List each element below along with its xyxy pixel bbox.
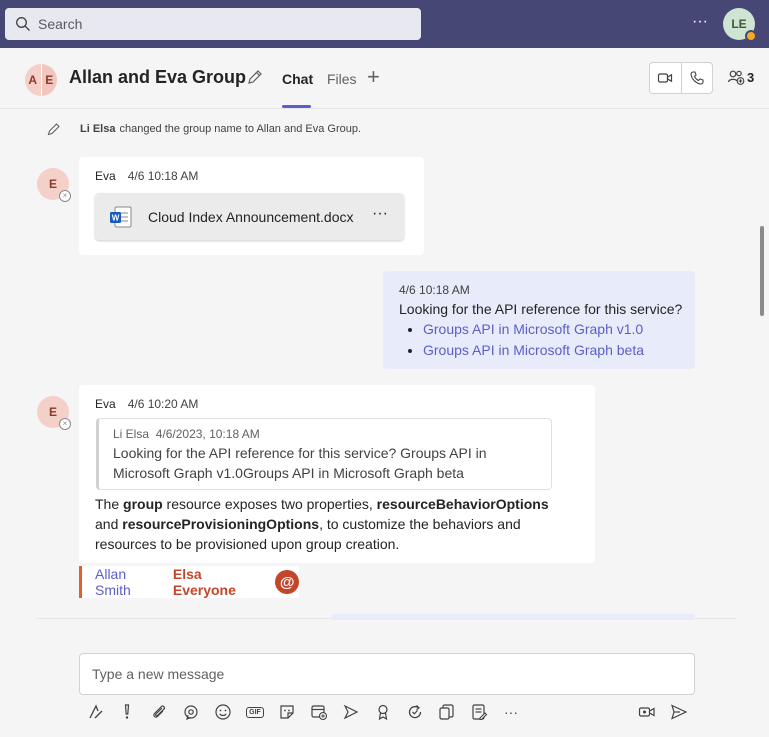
mention-allan-smith[interactable]: Allan Smith xyxy=(95,566,165,598)
file-attachment[interactable]: W Cloud Index Announcement.docx ··· xyxy=(95,193,404,240)
loop-icon[interactable] xyxy=(181,702,201,722)
mention-elsa-everyone[interactable]: Elsa Everyone xyxy=(173,566,267,598)
chat-header: A E Allan and Eva Group Chat Files + 3 xyxy=(0,48,769,109)
video-clip-icon[interactable] xyxy=(637,702,657,722)
away-status-icon xyxy=(745,30,757,42)
quoted-reply[interactable]: Li Elsa 4/6/2023, 10:18 AM Looking for t… xyxy=(96,418,552,490)
message-time: 4/6 10:18 AM xyxy=(127,169,199,183)
tab-chat[interactable]: Chat xyxy=(282,71,313,87)
body-bold-provisioning-options: resourceProvisioningOptions xyxy=(122,516,320,532)
attach-icon[interactable] xyxy=(149,702,169,722)
message-input[interactable] xyxy=(92,666,682,682)
system-message-actor: Li Elsa xyxy=(80,123,116,135)
updates-icon[interactable] xyxy=(437,702,457,722)
offline-status-icon: × xyxy=(59,418,71,430)
avatar[interactable]: E × xyxy=(37,168,71,202)
file-more-options-icon[interactable]: ··· xyxy=(372,205,388,223)
people-add-icon xyxy=(727,70,745,85)
audio-call-button[interactable] xyxy=(680,63,713,93)
group-avatar-initial-1: A xyxy=(25,64,41,96)
gif-icon[interactable]: GIF xyxy=(245,702,265,722)
top-bar: ··· LE xyxy=(0,0,769,48)
svg-text:W: W xyxy=(112,213,120,222)
message-meta: Eva 4/6 10:18 AM xyxy=(95,169,198,183)
message-author: Eva xyxy=(95,169,116,183)
chat-title: Allan and Eva Group xyxy=(69,67,247,87)
more-icon[interactable]: ··· xyxy=(501,702,521,722)
body-text-1: The xyxy=(95,496,124,512)
emoji-icon[interactable] xyxy=(213,702,233,722)
link-groups-api-beta[interactable]: Groups API in Microsoft Graph beta xyxy=(423,342,644,358)
file-name: Cloud Index Announcement.docx xyxy=(148,208,354,225)
add-tab-button[interactable]: + xyxy=(367,66,380,88)
video-call-button[interactable] xyxy=(650,63,681,93)
body-bold-group: group xyxy=(123,496,163,512)
important-icon[interactable] xyxy=(117,702,137,722)
quote-meta: Li Elsa 4/6/2023, 10:18 AM xyxy=(113,427,537,441)
body-text-2: resource exposes two properties, xyxy=(162,496,377,512)
avatar-initial: E xyxy=(48,405,57,419)
my-message-bubble-partial xyxy=(332,614,694,620)
forms-icon[interactable] xyxy=(469,702,489,722)
search-icon xyxy=(16,17,30,31)
list-item: Groups API in Microsoft Graph v1.0 xyxy=(423,319,644,340)
quote-time: 4/6/2023, 10:18 AM xyxy=(155,427,260,441)
tab-files[interactable]: Files xyxy=(327,71,357,87)
gif-label: GIF xyxy=(246,706,264,718)
message-meta: Eva 4/6 10:20 AM xyxy=(95,397,198,411)
quote-text: Looking for the API reference for this s… xyxy=(113,445,487,481)
search-box[interactable] xyxy=(5,8,421,40)
edit-pencil-icon[interactable] xyxy=(246,68,264,86)
scrollbar-thumb[interactable] xyxy=(760,226,764,316)
stream-icon[interactable] xyxy=(341,702,361,722)
avatar-initial: E xyxy=(48,177,57,191)
body-text-3: and xyxy=(95,516,123,532)
user-avatar[interactable]: LE xyxy=(723,8,757,42)
mentions-row: Allan Smith Elsa Everyone @ xyxy=(79,566,299,598)
offline-status-icon: × xyxy=(59,190,71,202)
sticker-icon[interactable] xyxy=(277,702,297,722)
participants-count: 3 xyxy=(747,69,755,85)
video-camera-icon xyxy=(658,73,673,83)
system-message: Li Elsa changed the group name to Allan … xyxy=(46,121,361,137)
my-message-bubble: 4/6 10:18 AM Looking for the API referen… xyxy=(383,271,695,369)
schedule-meeting-icon[interactable] xyxy=(309,702,329,722)
quote-author: Li Elsa xyxy=(113,427,150,441)
compose-box[interactable] xyxy=(79,653,695,695)
user-initials: LE xyxy=(731,17,747,31)
participants-button[interactable]: 3 xyxy=(727,68,754,86)
call-buttons xyxy=(649,62,713,94)
search-input[interactable] xyxy=(38,16,398,32)
body-bold-behavior-options: resourceBehaviorOptions xyxy=(376,496,549,512)
more-options-icon[interactable]: ··· xyxy=(689,12,711,34)
list-item: Groups API in Microsoft Graph beta xyxy=(423,340,644,361)
format-icon[interactable] xyxy=(86,702,106,722)
active-tab-indicator xyxy=(282,105,311,108)
send-icon[interactable] xyxy=(669,702,689,722)
group-avatar: A E xyxy=(25,64,57,96)
phone-icon xyxy=(690,71,704,85)
system-message-text: changed the group name to Allan and Eva … xyxy=(119,123,362,135)
message-time: 4/6 10:20 AM xyxy=(127,397,199,411)
avatar[interactable]: E × xyxy=(37,396,71,430)
approvals-icon[interactable] xyxy=(405,702,425,722)
link-groups-api-v1[interactable]: Groups API in Microsoft Graph v1.0 xyxy=(423,321,643,337)
message-text: Looking for the API reference for this s… xyxy=(399,301,683,317)
link-list: Groups API in Microsoft Graph v1.0 Group… xyxy=(423,319,644,361)
edit-pencil-icon xyxy=(47,123,60,136)
word-document-icon: W xyxy=(110,206,132,227)
message-time: 4/6 10:18 AM xyxy=(399,283,470,297)
group-avatar-initial-2: E xyxy=(40,64,57,96)
praise-icon[interactable] xyxy=(373,702,393,722)
message-body: The group resource exposes two propertie… xyxy=(95,494,575,554)
message-author: Eva xyxy=(95,397,116,411)
mention-at-icon: @ xyxy=(275,570,299,594)
